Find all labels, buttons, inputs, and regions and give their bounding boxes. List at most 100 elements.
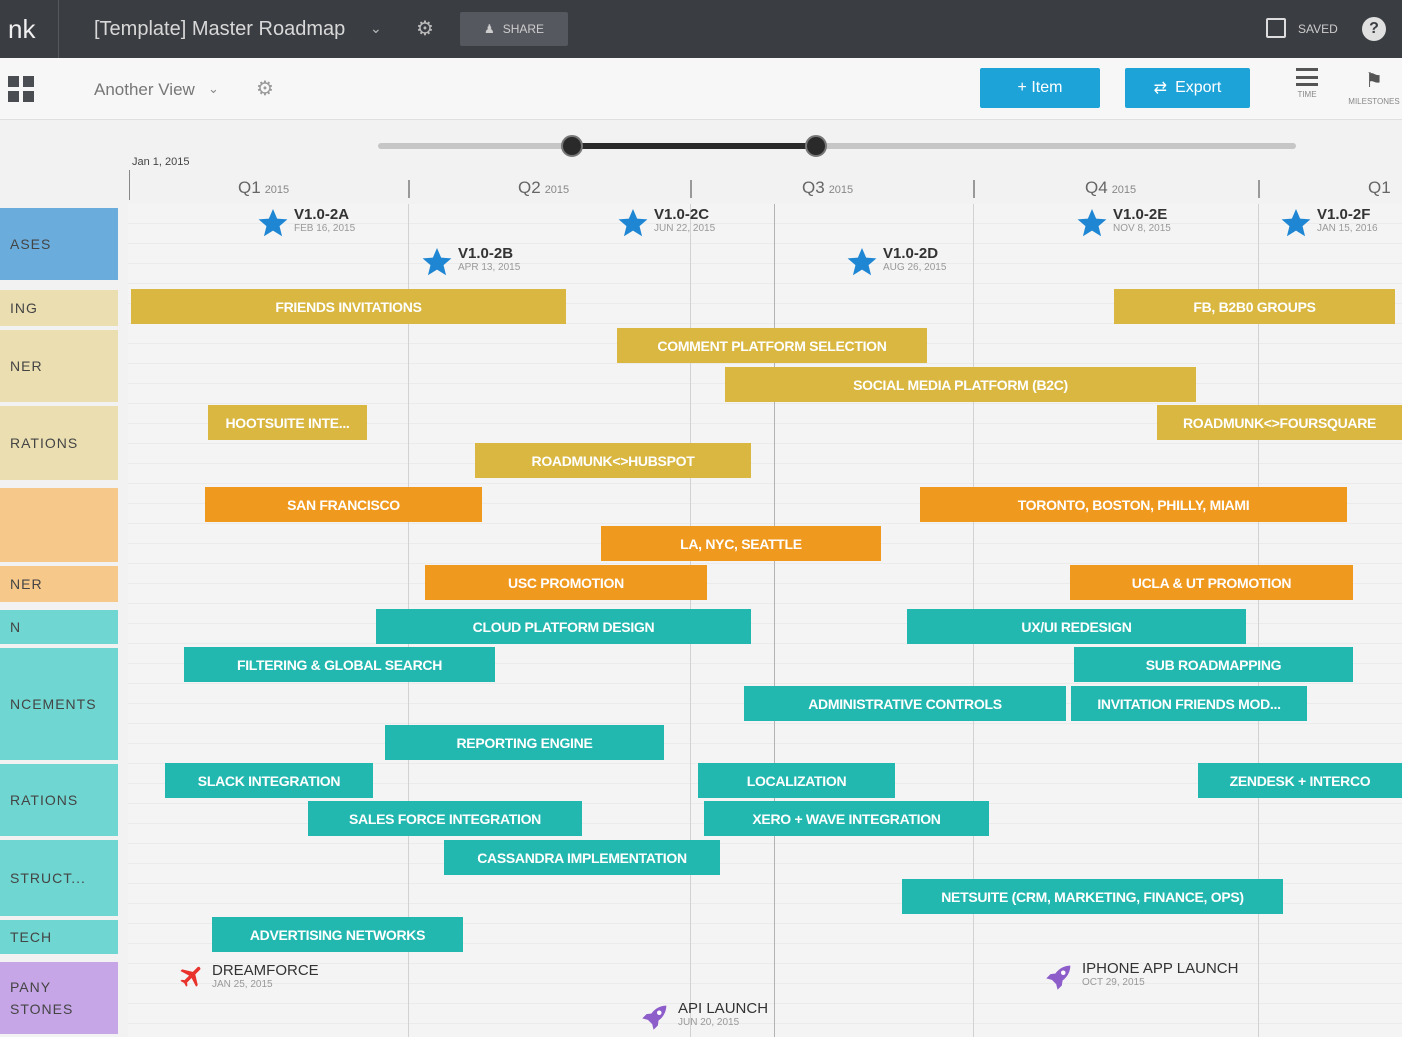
milestone-date: JAN 25, 2015 <box>212 979 273 990</box>
help-icon[interactable]: ? <box>1362 17 1386 41</box>
quarter-label: Q4 <box>1085 178 1108 197</box>
gear-icon[interactable]: ⚙ <box>416 16 434 41</box>
release-milestone[interactable]: V1.0-2E NOV 8, 2015 <box>1075 207 1171 239</box>
lane-label[interactable] <box>0 488 118 562</box>
roadmap-bar[interactable]: Invitation Friends Mod... <box>1071 686 1307 721</box>
company-milestone[interactable]: API LAUNCH JUN 20, 2015 <box>638 1000 768 1034</box>
lane-label[interactable]: ING <box>0 290 118 326</box>
roadmap-bar[interactable]: LA, NYC, Seattle <box>601 526 881 561</box>
roadmap-bar[interactable]: Roadmunk<>Foursquare <box>1157 405 1402 440</box>
chevron-down-icon[interactable]: ⌄ <box>208 81 219 97</box>
grid-icon[interactable] <box>8 76 34 102</box>
milestone-date: OCT 29, 2015 <box>1082 977 1145 988</box>
release-name: V1.0-2F <box>1317 206 1371 223</box>
zoom-slider-track[interactable] <box>378 143 1296 149</box>
star-icon <box>258 209 288 237</box>
quarter-separator <box>973 180 975 198</box>
quarter-label: Q1 <box>238 178 261 197</box>
release-name: V1.0-2C <box>654 206 710 223</box>
release-name: V1.0-2D <box>883 245 939 262</box>
lane-label-releases[interactable]: ASES <box>0 208 118 280</box>
quarter-separator <box>1258 180 1260 198</box>
save-icon[interactable] <box>1266 18 1286 38</box>
roadmap-bar[interactable]: Localization <box>698 763 895 798</box>
quarter-year: 2015 <box>1111 184 1137 196</box>
flag-icon: ⚑ <box>1365 70 1383 92</box>
add-item-button[interactable]: + Item <box>980 68 1100 108</box>
roadmap-bar[interactable]: Hootsuite Inte... <box>208 405 367 440</box>
quarter-year: 2015 <box>544 184 570 196</box>
roadmap-bar[interactable]: Social Media Platform (B2C) <box>725 367 1196 402</box>
roadmap-bar[interactable]: USC Promotion <box>425 565 707 600</box>
company-milestone[interactable]: IPHONE APP LAUNCH OCT 29, 2015 <box>1042 960 1238 994</box>
star-icon <box>618 209 648 237</box>
release-milestone[interactable]: V1.0-2A FEB 16, 2015 <box>256 207 355 239</box>
roadmap-bar[interactable]: Reporting Engine <box>385 725 664 760</box>
roadmap-bar[interactable]: Sub Roadmapping <box>1074 647 1353 682</box>
quarter-separator <box>690 180 692 198</box>
star-icon <box>422 248 452 276</box>
roadmap-bar[interactable]: Xero + Wave Integration <box>704 801 989 836</box>
zoom-slider-end-handle[interactable] <box>805 135 827 157</box>
roadmap-bar[interactable]: Filtering & Global Search <box>184 647 495 682</box>
chevron-down-icon[interactable]: ⌄ <box>370 20 382 37</box>
release-milestone[interactable]: V1.0-2B APR 13, 2015 <box>420 246 520 278</box>
roadmap-bar[interactable]: Slack Integration <box>165 763 373 798</box>
export-button[interactable]: ⇄ Export <box>1125 68 1250 108</box>
release-date: JAN 15, 2016 <box>1317 223 1378 234</box>
zoom-slider-start-handle[interactable] <box>561 135 583 157</box>
company-milestone[interactable]: DREAMFORCE JAN 25, 2015 <box>178 962 319 991</box>
timeline-icon <box>1296 68 1318 86</box>
roadmap-bar[interactable]: Administrative Controls <box>744 686 1066 721</box>
lane-label[interactable]: NER <box>0 330 118 402</box>
lane-label[interactable]: STRUCT... <box>0 840 118 916</box>
share-button[interactable]: ♟ SHARE <box>460 12 568 46</box>
roadmap-bar[interactable]: Zendesk + Interco <box>1198 763 1402 798</box>
top-bar: nk [Template] Master Roadmap ⌄ ⚙ ♟ SHARE… <box>0 0 1402 58</box>
plane-icon <box>180 966 201 987</box>
release-date: NOV 8, 2015 <box>1113 223 1171 234</box>
release-milestone[interactable]: V1.0-2C JUN 22, 2015 <box>616 207 715 239</box>
roadmap-bar[interactable]: Toronto, Boston, Philly, Miami <box>920 487 1347 522</box>
roadmap-bar[interactable]: Friends Invitations <box>131 289 566 324</box>
quarter-label: Q3 <box>802 178 825 197</box>
quarter-year: 2015 <box>828 184 854 196</box>
release-milestone[interactable]: V1.0-2F JAN 15, 2016 <box>1279 207 1378 239</box>
roadmap-bar[interactable]: Cassandra Implementation <box>444 840 720 875</box>
roadmap-bar[interactable]: Netsuite (CRM, Marketing, Finance, Ops) <box>902 879 1283 914</box>
roadmap-bar[interactable]: San Francisco <box>205 487 482 522</box>
quarter-header: Q1 2015 <box>238 178 289 198</box>
start-date-label: Jan 1, 2015 <box>132 156 190 168</box>
release-name: V1.0-2A <box>294 206 350 223</box>
release-date: FEB 16, 2015 <box>294 223 356 234</box>
release-milestone[interactable]: V1.0-2D AUG 26, 2015 <box>845 246 946 278</box>
roadmap-bar[interactable]: FB, B2B0 Groups <box>1114 289 1395 324</box>
roadmap-bar[interactable]: UCLA & UT Promotion <box>1070 565 1353 600</box>
share-label: SHARE <box>502 22 545 36</box>
lane-label[interactable]: NER <box>0 566 118 602</box>
lane-label[interactable]: RATIONS <box>0 764 118 836</box>
export-label: Export <box>1175 79 1222 96</box>
brand-logo[interactable]: nk <box>8 14 35 45</box>
roadmap-bar[interactable]: Comment Platform Selection <box>617 328 927 363</box>
export-icon: ⇄ <box>1153 80 1168 97</box>
roadmap-bar[interactable]: Cloud Platform Design <box>376 609 751 644</box>
milestone-name: IPHONE APP LAUNCH <box>1082 960 1239 977</box>
view-selector[interactable]: Another View <box>94 80 195 100</box>
roadmap-bar[interactable]: UX/UI Redesign <box>907 609 1246 644</box>
saved-status: SAVED <box>1298 22 1338 36</box>
gear-icon[interactable]: ⚙ <box>256 76 274 101</box>
timeline-toggle[interactable]: TIME <box>1290 68 1324 99</box>
roadmap-bar[interactable]: Sales Force Integration <box>308 801 582 836</box>
lane-label[interactable]: RATIONS <box>0 406 118 480</box>
roadmap-bar[interactable]: Advertising Networks <box>212 917 463 952</box>
start-date-tick <box>129 170 130 200</box>
lane-label[interactable]: N <box>0 610 118 644</box>
milestones-toggle[interactable]: ⚑ MILESTONES <box>1346 68 1402 106</box>
lane-label[interactable]: NCEMENTS <box>0 648 118 760</box>
lane-label[interactable]: TECH <box>0 920 118 954</box>
roadmap-bar[interactable]: Roadmunk<>Hubspot <box>475 443 751 478</box>
release-name: V1.0-2E <box>1113 206 1168 223</box>
lane-label-company-milestones[interactable]: PANY STONES <box>0 962 118 1034</box>
roadmap-title[interactable]: [Template] Master Roadmap <box>94 18 345 41</box>
